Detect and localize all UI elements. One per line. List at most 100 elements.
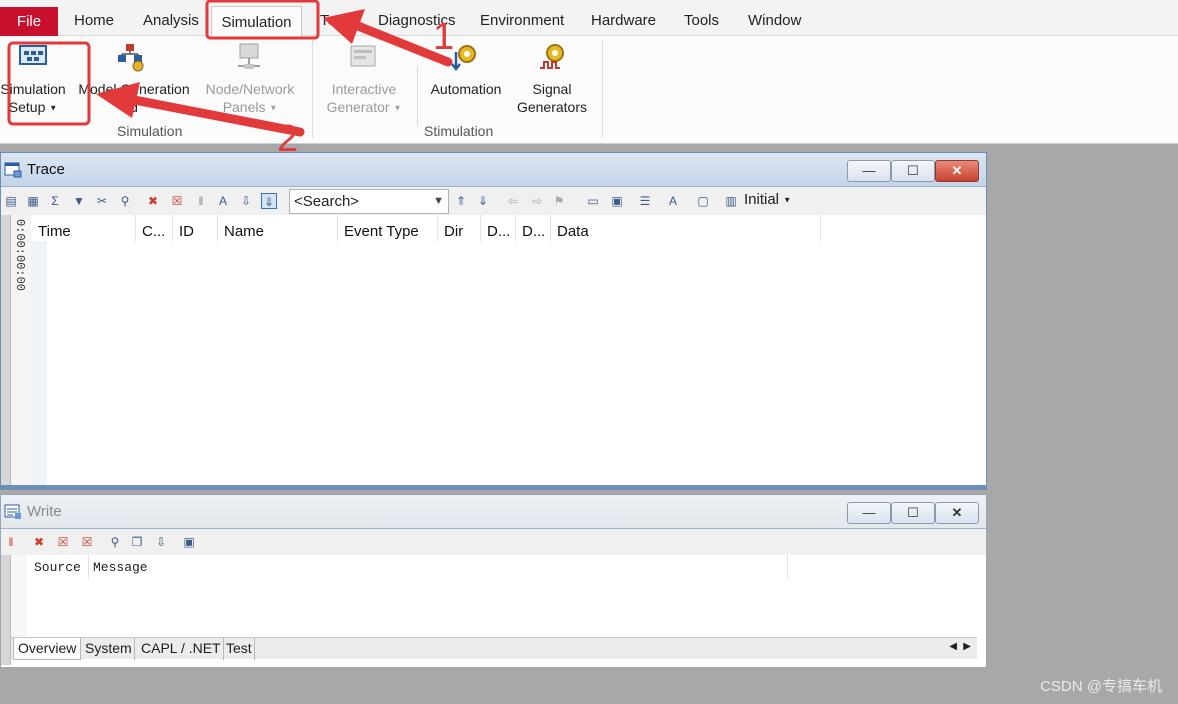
signal-generators-label2: Generators — [516, 99, 588, 115]
toolbar-new-icon[interactable]: ▤ — [3, 193, 19, 209]
column-divider[interactable] — [88, 555, 89, 579]
maximize-button[interactable]: ☐ — [891, 502, 935, 524]
write-title-bar[interactable]: Write — ☐ ✕ — [1, 495, 986, 529]
toolbar-initial-icon[interactable]: ▥ — [723, 193, 739, 209]
trace-window-icon — [4, 162, 22, 178]
menu-tools[interactable]: Tools — [684, 0, 719, 36]
simulation-setup-button[interactable]: Simulation Setup ▼ — [0, 80, 66, 117]
simulation-setup-icon — [19, 45, 47, 65]
write-side-handle[interactable] — [1, 555, 11, 665]
toolbar-export-icon[interactable]: ⇩ — [238, 193, 254, 209]
toolbar-filter-icon[interactable]: ▼ — [71, 193, 87, 209]
signal-generators-button[interactable]: Signal Generators — [510, 80, 594, 116]
toolbar-pause-icon[interactable]: ‖ — [3, 534, 19, 550]
column-divider[interactable] — [820, 215, 821, 241]
toolbar-config-icon[interactable]: ▣ — [181, 534, 197, 550]
close-button[interactable]: ✕ — [935, 160, 979, 182]
toolbar-clear-icon[interactable]: ✖ — [145, 193, 161, 209]
menu-file[interactable]: File — [0, 7, 58, 36]
search-input[interactable]: <Search> ▼ — [289, 189, 449, 214]
menu-simulation[interactable]: Simulation — [211, 6, 302, 37]
column-time[interactable]: Time — [38, 223, 71, 240]
column-channel[interactable]: C... — [142, 223, 165, 240]
toolbar-delete-all-icon[interactable]: ☒ — [79, 534, 95, 550]
column-data[interactable]: Data — [557, 223, 589, 240]
column-divider[interactable] — [787, 555, 788, 579]
chevron-down-icon[interactable]: ▼ — [433, 190, 444, 213]
tab-system[interactable]: System — [83, 638, 135, 660]
model-generation-button[interactable]: Model Generation d — [76, 80, 192, 116]
column-divider[interactable] — [172, 215, 173, 241]
toolbar-find-icon[interactable]: ⚲ — [107, 534, 123, 550]
toolbar-filter-edit-icon[interactable]: ✂ — [94, 193, 110, 209]
toolbar-forward-icon: ⇨ — [531, 194, 543, 208]
column-divider[interactable] — [135, 215, 136, 241]
node-network-panels-button: Node/Network Panels ▼ — [198, 80, 302, 117]
toolbar-copy-icon[interactable]: ❐ — [129, 534, 145, 550]
toolbar-export-icon[interactable]: ⇩ — [153, 534, 169, 550]
toolbar-panel-icon[interactable]: ▢ — [695, 193, 711, 209]
column-event-type[interactable]: Event Type — [344, 223, 419, 240]
tab-test[interactable]: Test — [224, 638, 255, 660]
column-id[interactable]: ID — [179, 223, 194, 240]
time-ruler: 0:00:00:00 — [11, 215, 31, 485]
toolbar-list-icon[interactable]: ☰ — [637, 193, 653, 209]
column-source[interactable]: Source — [34, 560, 81, 575]
tab-capl-net[interactable]: CAPL / .NET — [139, 638, 224, 660]
column-dlc[interactable]: D... — [487, 223, 510, 240]
initial-dropdown[interactable]: Initial ▼ — [744, 191, 791, 208]
toolbar-time-icon[interactable]: A — [215, 193, 231, 209]
trace-side-handle[interactable] — [1, 215, 11, 485]
menu-test[interactable]: Test — [320, 0, 348, 36]
column-data-length[interactable]: D... — [522, 223, 545, 240]
menu-analysis[interactable]: Analysis — [143, 0, 199, 36]
group-label-stimulation: Stimulation — [424, 123, 494, 139]
toolbar-window-icon[interactable]: ▭ — [585, 193, 601, 209]
automation-button[interactable]: Automation — [424, 80, 508, 98]
write-toolbar: ‖ ✖ ☒ ☒ ⚲ ❐ ⇩ ▣ — [1, 529, 986, 555]
toolbar-find-next-icon[interactable]: ⇓ — [475, 193, 491, 209]
column-message[interactable]: Message — [93, 560, 148, 575]
tab-scroll-right-icon[interactable]: ▶ — [963, 641, 971, 652]
minimize-button[interactable]: — — [847, 160, 891, 182]
node-network-label2: Panels — [222, 99, 266, 115]
column-divider[interactable] — [437, 215, 438, 241]
column-divider[interactable] — [337, 215, 338, 241]
toolbar-pause-icon[interactable]: ‖ — [193, 193, 209, 209]
column-divider[interactable] — [217, 215, 218, 241]
minimize-button[interactable]: — — [847, 502, 891, 524]
menu-hardware[interactable]: Hardware — [591, 0, 656, 36]
toolbar-autoscroll-icon[interactable]: ⇓ — [261, 193, 277, 209]
column-divider[interactable] — [550, 215, 551, 241]
tab-scroll-left-icon[interactable]: ◀ — [949, 641, 957, 652]
trace-bottom-border — [1, 485, 986, 489]
tab-overview[interactable]: Overview — [13, 638, 82, 660]
toolbar-delete-icon[interactable]: ☒ — [55, 534, 71, 550]
toolbar-find-icon[interactable]: ⚲ — [117, 193, 133, 209]
toolbar-find-prev-icon[interactable]: ⇑ — [453, 193, 469, 209]
column-divider[interactable] — [480, 215, 481, 241]
watermark: CSDN @专搞车机 — [1040, 678, 1162, 695]
dropdown-caret-icon: ▼ — [49, 103, 58, 113]
toolbar-view-icon[interactable]: ▣ — [609, 193, 625, 209]
menu-window[interactable]: Window — [748, 0, 801, 36]
column-dir[interactable]: Dir — [444, 223, 463, 240]
maximize-button[interactable]: ☐ — [891, 160, 935, 182]
trace-title-bar[interactable]: Trace — ☐ ✕ — [1, 153, 986, 187]
toolbar-font-icon[interactable]: A — [665, 193, 681, 209]
menu-environment[interactable]: Environment — [480, 0, 564, 36]
column-divider[interactable] — [515, 215, 516, 241]
button-divider — [417, 66, 418, 126]
menu-home[interactable]: Home — [74, 0, 114, 36]
toolbar-clear-icon[interactable]: ✖ — [31, 534, 47, 550]
signal-generators-label1: Signal — [532, 81, 572, 97]
toolbar-delete-icon[interactable]: ☒ — [169, 193, 185, 209]
interactive-generator-button: Interactive Generator ▼ — [318, 80, 410, 117]
dropdown-caret-icon: ▼ — [269, 103, 278, 113]
toolbar-columns-icon[interactable]: Σ — [47, 193, 63, 209]
toolbar-layout-icon[interactable]: ▦ — [25, 193, 41, 209]
close-button[interactable]: ✕ — [935, 502, 979, 524]
trace-toolbar: ▤ ▦ Σ ▼ ✂ ⚲ ✖ ☒ ‖ A ⇩ ⇓ <Search> ▼ ⇑ ⇓ ⇦… — [1, 187, 986, 215]
column-name[interactable]: Name — [224, 223, 264, 240]
model-generation-icon — [118, 44, 144, 72]
